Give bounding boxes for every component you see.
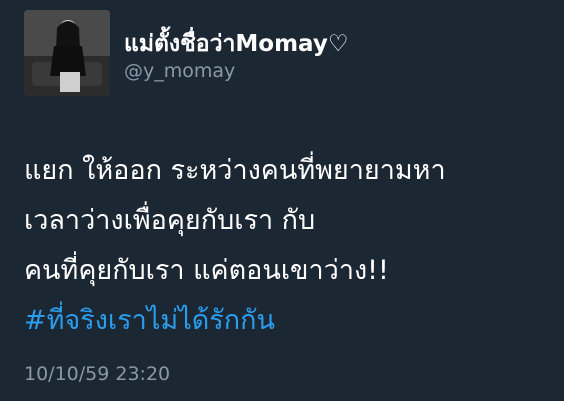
hashtag-link[interactable]: #ที่จริงเราไม่ได้รักกัน: [24, 296, 554, 346]
display-name[interactable]: แม่ตั้งชื่อว่าMomay♡: [124, 26, 349, 62]
tweet-line: คนที่คุยกับเรา แค่ตอนเขาว่าง!!: [24, 255, 389, 286]
tweet-line: แยก ให้ออก ระหว่างคนที่พยายามหา: [24, 155, 446, 186]
tweet-text: แยก ให้ออก ระหว่างคนที่พยายามหา เวลาว่าง…: [24, 146, 554, 346]
tweet-timestamp[interactable]: 10/10/59 23:20: [24, 363, 170, 385]
profile-avatar[interactable]: [24, 10, 110, 96]
tweet-line: เวลาว่างเพื่อคุยกับเรา กับ: [24, 205, 316, 236]
username[interactable]: @y_momay: [124, 60, 235, 82]
avatar-photo-icon: [24, 10, 110, 96]
